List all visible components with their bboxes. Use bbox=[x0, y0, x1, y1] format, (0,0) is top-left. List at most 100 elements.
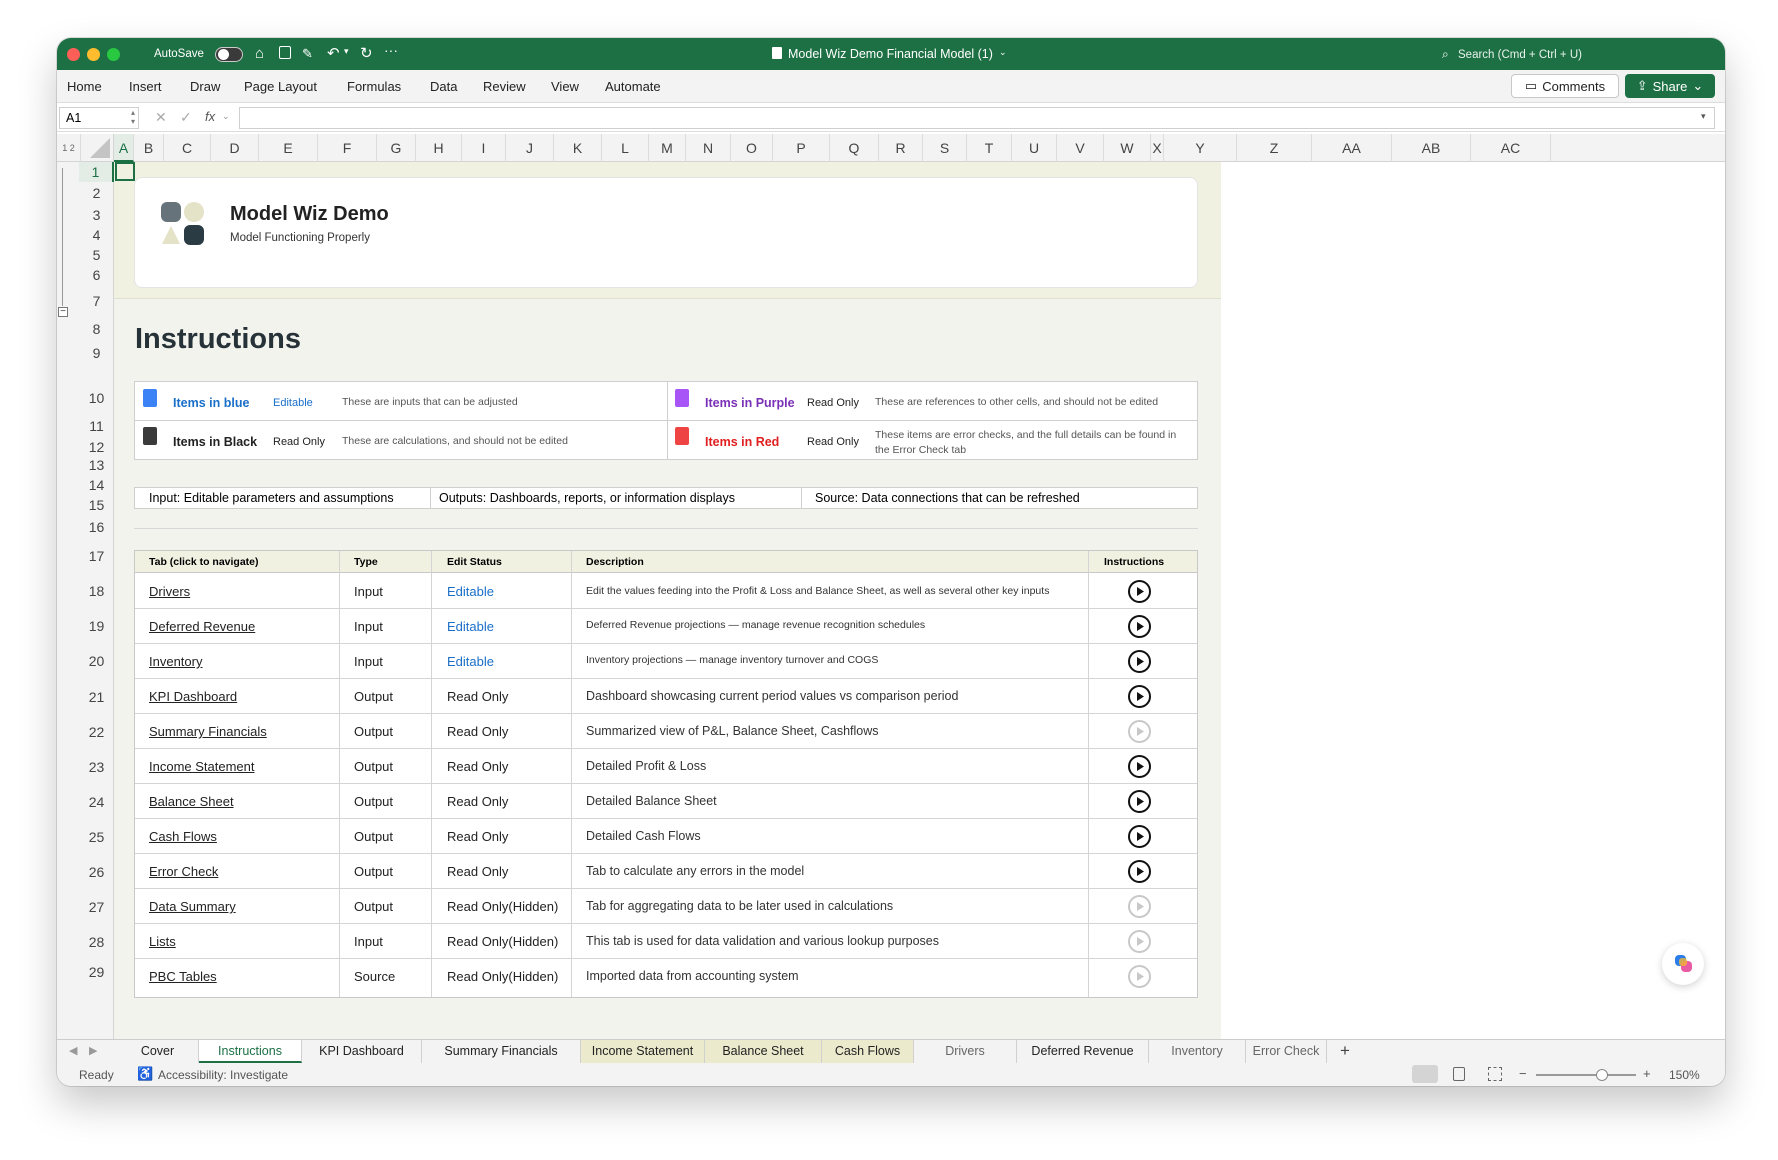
more-icon[interactable]: ··· bbox=[384, 42, 398, 58]
row-header[interactable]: 17 bbox=[79, 539, 114, 574]
menu-draw[interactable]: Draw bbox=[190, 79, 220, 94]
row-header[interactable]: 27 bbox=[79, 890, 114, 925]
column-header[interactable]: V bbox=[1057, 134, 1104, 162]
cancel-icon[interactable]: ✕ bbox=[155, 109, 167, 126]
column-header[interactable]: F bbox=[318, 134, 377, 162]
add-sheet-icon[interactable]: + bbox=[1340, 1041, 1350, 1061]
row-header[interactable]: 12 bbox=[79, 439, 114, 456]
play-video-icon[interactable] bbox=[1128, 860, 1151, 883]
scroll-tabs-left-icon[interactable]: ◀ bbox=[69, 1044, 77, 1057]
expand-formula-bar-icon[interactable]: ▾ bbox=[1701, 111, 1706, 122]
sheet-tab[interactable]: Drivers bbox=[914, 1040, 1017, 1063]
tab-link[interactable]: Error Check bbox=[149, 864, 218, 879]
column-header[interactable]: C bbox=[164, 134, 211, 162]
column-header[interactable]: G bbox=[377, 134, 416, 162]
column-header[interactable]: AB bbox=[1392, 134, 1471, 162]
redo-icon[interactable]: ↻ bbox=[360, 44, 373, 62]
zoom-window-button[interactable] bbox=[107, 48, 120, 61]
play-video-icon[interactable] bbox=[1128, 650, 1151, 673]
accessibility-status[interactable]: Accessibility: Investigate bbox=[158, 1068, 288, 1082]
title-dropdown-icon[interactable]: ⌄ bbox=[999, 47, 1007, 58]
insert-function-icon[interactable]: fx bbox=[205, 109, 215, 124]
row-header[interactable]: 4 bbox=[79, 225, 114, 246]
row-header[interactable]: 1 bbox=[79, 162, 114, 182]
row-header[interactable]: 23 bbox=[79, 750, 114, 785]
row-header[interactable]: 22 bbox=[79, 715, 114, 750]
row-header[interactable]: 9 bbox=[79, 342, 114, 364]
row-header[interactable]: 7 bbox=[79, 286, 114, 317]
menu-page-layout[interactable]: Page Layout bbox=[244, 79, 317, 94]
row-header[interactable]: 16 bbox=[79, 515, 114, 539]
play-video-icon[interactable] bbox=[1128, 930, 1151, 953]
menu-data[interactable]: Data bbox=[430, 79, 457, 94]
column-header[interactable]: S bbox=[923, 134, 967, 162]
menu-automate[interactable]: Automate bbox=[605, 79, 661, 94]
zoom-out-icon[interactable]: − bbox=[1519, 1066, 1527, 1081]
collapse-group-button[interactable]: − bbox=[58, 307, 68, 317]
column-header[interactable]: J bbox=[506, 134, 554, 162]
column-header[interactable]: M bbox=[649, 134, 686, 162]
row-header[interactable]: 10 bbox=[79, 364, 114, 411]
column-header[interactable]: R bbox=[879, 134, 923, 162]
sheet-tab[interactable]: Balance Sheet bbox=[705, 1040, 822, 1063]
row-header[interactable]: 20 bbox=[79, 644, 114, 679]
page-layout-view-icon[interactable] bbox=[1453, 1067, 1465, 1081]
column-header[interactable]: D bbox=[211, 134, 259, 162]
enter-icon[interactable]: ✓ bbox=[180, 109, 192, 126]
column-header[interactable]: K bbox=[554, 134, 602, 162]
minimize-window-button[interactable] bbox=[87, 48, 100, 61]
row-header[interactable]: 6 bbox=[79, 265, 114, 286]
column-header[interactable]: E bbox=[259, 134, 318, 162]
zoom-slider[interactable] bbox=[1536, 1069, 1636, 1081]
sheet-tab[interactable]: Cover bbox=[117, 1040, 199, 1063]
menu-home[interactable]: Home bbox=[67, 79, 102, 94]
sheet-tab[interactable]: Error Check bbox=[1246, 1040, 1327, 1063]
tab-link[interactable]: PBC Tables bbox=[149, 969, 217, 984]
sheet-tab[interactable]: Cash Flows bbox=[822, 1040, 914, 1063]
document-title[interactable]: Model Wiz Demo Financial Model (1) bbox=[788, 47, 993, 61]
select-all-button[interactable] bbox=[81, 134, 114, 162]
column-header[interactable]: U bbox=[1012, 134, 1057, 162]
column-header[interactable]: A bbox=[114, 134, 134, 162]
sheet-tab[interactable]: KPI Dashboard bbox=[302, 1040, 422, 1063]
save-icon[interactable] bbox=[279, 46, 291, 59]
row-header[interactable]: 14 bbox=[79, 475, 114, 496]
column-header[interactable]: N bbox=[686, 134, 731, 162]
play-video-icon[interactable] bbox=[1128, 755, 1151, 778]
column-header[interactable]: W bbox=[1104, 134, 1151, 162]
sheet-tab[interactable]: Instructions bbox=[199, 1040, 302, 1063]
outline-level-buttons[interactable]: 1 2 bbox=[57, 134, 81, 162]
column-header[interactable]: T bbox=[967, 134, 1012, 162]
play-video-icon[interactable] bbox=[1128, 685, 1151, 708]
undo-dropdown-icon[interactable]: ▾ bbox=[344, 46, 349, 57]
row-header[interactable]: 11 bbox=[79, 411, 114, 439]
sheet-tab[interactable]: Summary Financials bbox=[422, 1040, 581, 1063]
tab-link[interactable]: KPI Dashboard bbox=[149, 689, 237, 704]
selected-cell[interactable] bbox=[115, 162, 135, 181]
share-button[interactable]: ⇪ Share ⌄ bbox=[1625, 74, 1715, 98]
column-header[interactable]: L bbox=[602, 134, 649, 162]
play-video-icon[interactable] bbox=[1128, 720, 1151, 743]
play-video-icon[interactable] bbox=[1128, 580, 1151, 603]
tab-link[interactable]: Drivers bbox=[149, 584, 190, 599]
menu-formulas[interactable]: Formulas bbox=[347, 79, 401, 94]
scroll-tabs-right-icon[interactable]: ▶ bbox=[89, 1044, 97, 1057]
page-break-view-icon[interactable] bbox=[1488, 1067, 1502, 1081]
row-header[interactable]: 18 bbox=[79, 574, 114, 609]
row-header[interactable]: 26 bbox=[79, 855, 114, 890]
row-header[interactable]: 19 bbox=[79, 609, 114, 644]
column-header[interactable]: AA bbox=[1312, 134, 1392, 162]
play-video-icon[interactable] bbox=[1128, 790, 1151, 813]
menu-review[interactable]: Review bbox=[483, 79, 526, 94]
row-header[interactable]: 29 bbox=[79, 960, 114, 984]
name-box-stepper-icon[interactable]: ▴ ▾ bbox=[131, 108, 135, 126]
tab-link[interactable]: Deferred Revenue bbox=[149, 619, 255, 634]
normal-view-icon[interactable] bbox=[1412, 1065, 1438, 1083]
column-header[interactable]: I bbox=[462, 134, 506, 162]
tab-link[interactable]: Data Summary bbox=[149, 899, 236, 914]
tab-link[interactable]: Cash Flows bbox=[149, 829, 217, 844]
sheet-tab[interactable]: Inventory bbox=[1149, 1040, 1246, 1063]
column-header[interactable]: P bbox=[773, 134, 830, 162]
sheet-grid[interactable]: Model Wiz Demo Model Functioning Properl… bbox=[114, 162, 1221, 1039]
sheet-tab[interactable]: Income Statement bbox=[581, 1040, 705, 1063]
